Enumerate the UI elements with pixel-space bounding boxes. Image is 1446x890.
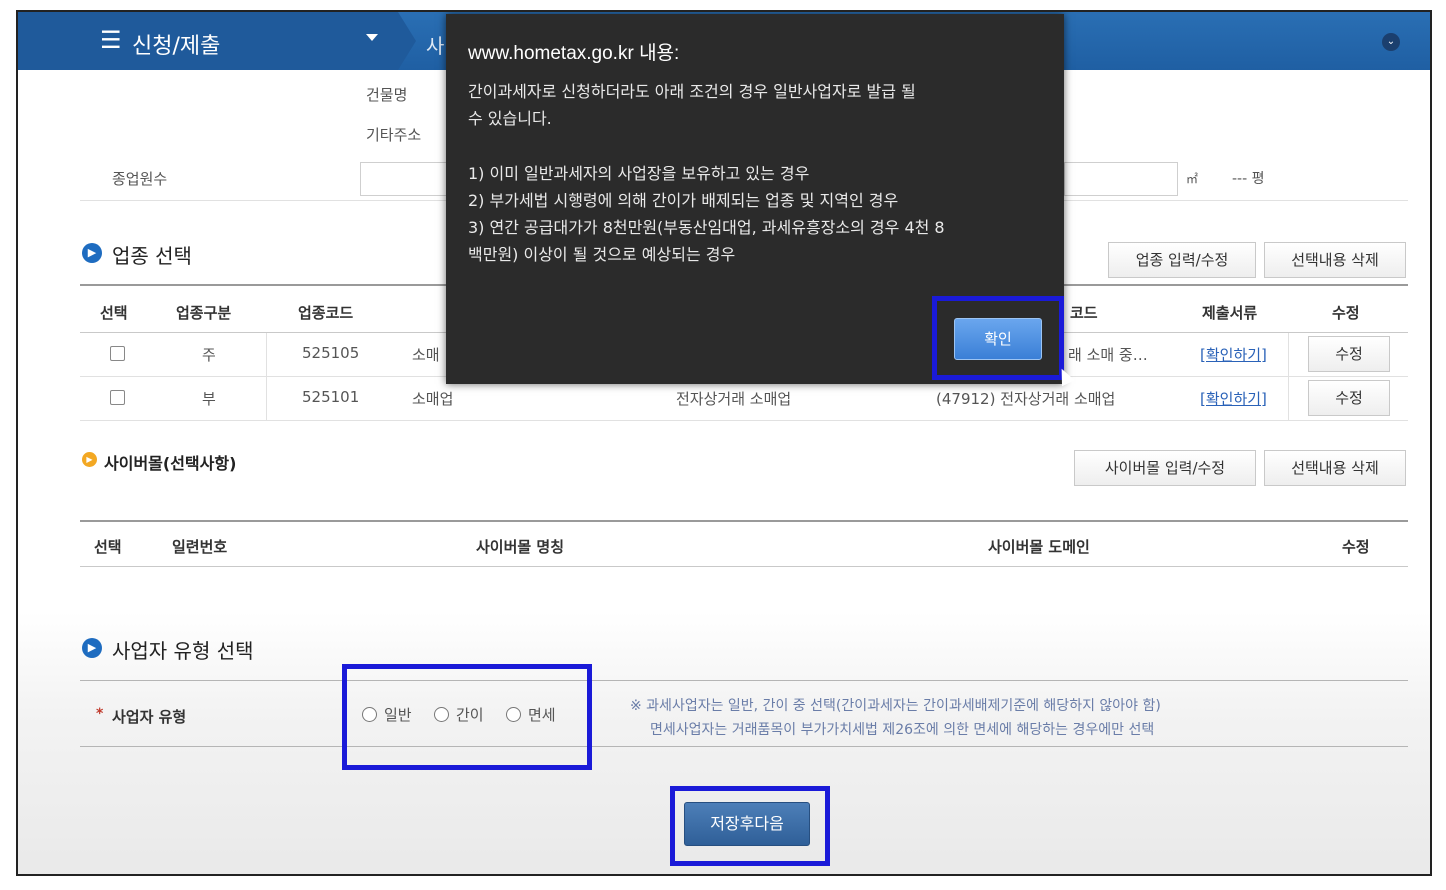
col-mall-domain: 사이버몰 도메인 [988, 538, 1090, 556]
col-select: 선택 [100, 304, 128, 322]
biz-type-note-1: ※ 과세사업자는 일반, 간이 중 선택(간이과세자는 간이과세배제기준에 해당… [630, 698, 1161, 714]
industry-section-title: 업종 선택 [112, 244, 192, 268]
employees-input[interactable] [360, 162, 450, 196]
cyber-section-title: 사이버몰(선택사항) [104, 454, 237, 473]
row-type: 주 [202, 346, 216, 364]
cyber-edit-button[interactable]: 사이버몰 입력/수정 [1074, 450, 1256, 486]
row-checkbox[interactable] [110, 390, 125, 405]
menu-tab-arrow [398, 12, 416, 70]
table-top-border [80, 520, 1408, 522]
col-separator [1288, 333, 1289, 421]
row-detail: 전자상거래 소매업 [676, 390, 792, 408]
col-serial: 일련번호 [172, 538, 228, 556]
industry-edit-button[interactable]: 업종 입력/수정 [1108, 242, 1256, 278]
biz-type-label: 사업자 유형 [112, 708, 187, 726]
col-mall-name: 사이버몰 명칭 [476, 538, 565, 556]
col-separator [266, 333, 267, 421]
col-edit: 수정 [1332, 304, 1360, 322]
row-ksic: 래 소매 중… [1068, 346, 1148, 364]
row-doc-link[interactable]: [확인하기] [1200, 388, 1267, 409]
caret-down-icon[interactable] [366, 34, 378, 41]
other-address-label: 기타주소 [366, 126, 422, 144]
section-bullet-icon: ▶ [82, 243, 102, 263]
hamburger-icon[interactable]: ☰ [100, 26, 122, 54]
required-star: * [96, 706, 104, 722]
dialog-condition-3-cont: 백만원) 이상이 될 것으로 예상되는 경우 [468, 245, 736, 264]
table-bottom-border [80, 746, 1408, 747]
row-divider [80, 420, 1408, 421]
biz-type-note-2: 면세사업자는 거래품목이 부가가치세법 제26조에 의한 면세에 해당하는 경우… [650, 722, 1155, 738]
area-unit: ㎡ [1186, 172, 1199, 186]
cyber-delete-button[interactable]: 선택내용 삭제 [1264, 450, 1406, 486]
dialog-condition-1: 1) 이미 일반과세자의 사업장을 보유하고 있는 경우 [468, 164, 810, 183]
dialog-condition-2: 2) 부가세법 시행령에 의해 간이가 배제되는 업종 및 지역인 경우 [468, 191, 899, 210]
col-edit: 수정 [1342, 538, 1370, 556]
dialog-line-2: 수 있습니다. [468, 109, 552, 128]
row-code: 525105 [302, 344, 360, 362]
col-code: 코드 [1070, 304, 1098, 322]
biz-type-section-title: 사업자 유형 선택 [112, 639, 254, 663]
row-name: 소매 [412, 346, 440, 364]
dialog-line-1: 간이과세자로 신청하더라도 아래 조건의 경우 일반사업자로 발급 될 [468, 82, 916, 101]
chevron-down-circle-icon[interactable]: ⌄ [1382, 33, 1400, 51]
col-industry-type: 업종구분 [176, 304, 232, 322]
row-doc-link[interactable]: [확인하기] [1200, 344, 1267, 365]
col-documents: 제출서류 [1202, 304, 1258, 322]
row-name: 소매업 [412, 390, 454, 408]
save-highlight-box [670, 786, 830, 866]
row-edit-button[interactable]: 수정 [1308, 336, 1390, 372]
ok-highlight-box [932, 296, 1064, 380]
dialog-title: www.hometax.go.kr 내용: [468, 43, 680, 64]
table-bottom-border [80, 566, 1408, 567]
employees-label: 종업원수 [112, 170, 168, 188]
row-edit-button[interactable]: 수정 [1308, 380, 1390, 416]
building-name-label: 건물명 [366, 86, 408, 104]
row-checkbox[interactable] [110, 346, 125, 361]
sub-section-bullet-icon: ▶ [82, 452, 97, 467]
section-bullet-icon: ▶ [82, 638, 102, 658]
hometax-window: ☰ 신청/제출 사 ⌄ 건물명 기타주소 종업원수 ㎡ --- 평 ▶ 업종 선… [16, 10, 1432, 876]
row-code: 525101 [302, 388, 360, 406]
next-tab-label[interactable]: 사 [426, 30, 444, 59]
dialog-condition-3: 3) 연간 공급대가가 8천만원(부동산임대업, 과세유흥장소의 경우 4천 8 [468, 218, 945, 237]
radio-highlight-box [342, 664, 592, 770]
row-type: 부 [202, 390, 216, 408]
area-input[interactable] [1064, 162, 1178, 196]
menu-title[interactable]: 신청/제출 [132, 28, 220, 60]
col-select: 선택 [94, 538, 122, 556]
pyeong-value: --- 평 [1232, 171, 1265, 187]
industry-delete-button[interactable]: 선택내용 삭제 [1264, 242, 1406, 278]
col-industry-code: 업종코드 [298, 304, 354, 322]
table-top-border [80, 680, 1408, 681]
row-ksic: (47912) 전자상거래 소매업 [936, 390, 1116, 408]
